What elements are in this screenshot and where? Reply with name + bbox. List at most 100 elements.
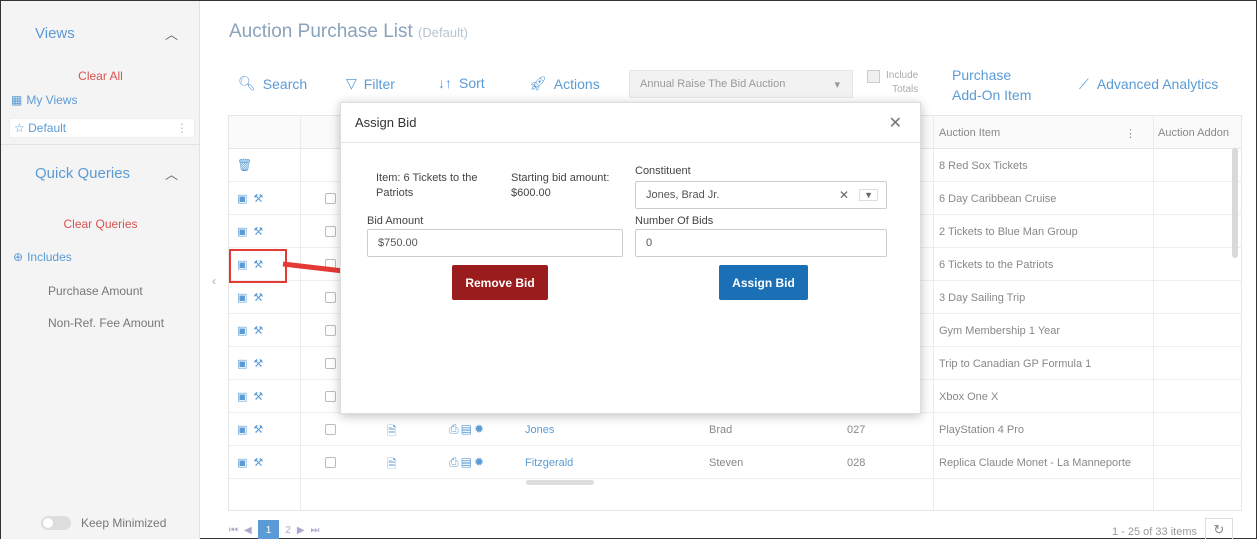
- includes-toggle[interactable]: ⊕ Includes: [13, 250, 72, 264]
- ticket-icon[interactable]: ▣: [237, 192, 247, 205]
- table-row[interactable]: ▣ ⚒ 🗎 ⎙▤✹ Fitzgerald Steven 028 Replica C…: [229, 446, 1241, 479]
- my-views-label: My Views: [26, 93, 78, 107]
- ticket-icon[interactable]: ▣: [237, 423, 247, 436]
- page-title: Auction Purchase List (Default): [229, 21, 468, 43]
- page-button-next[interactable]: 2: [285, 525, 291, 536]
- chevron-up-icon[interactable]: ︿: [165, 164, 178, 183]
- includes-label: Includes: [27, 250, 72, 264]
- my-views-link[interactable]: ▦ My Views: [11, 93, 77, 107]
- row-checkbox[interactable]: [325, 226, 336, 237]
- pager: ⏮ ◀ 1 2 ▶ ⏭: [229, 520, 320, 539]
- close-icon[interactable]: ✕: [889, 113, 902, 133]
- collapse-sidebar-icon[interactable]: ‹: [212, 274, 216, 288]
- row-checkbox[interactable]: [325, 358, 336, 369]
- last-page-icon[interactable]: ⏭: [311, 525, 320, 536]
- gavel-icon[interactable]: ⚒: [253, 456, 263, 469]
- gavel-icon[interactable]: ⚒: [253, 423, 263, 436]
- filter-button[interactable]: ▽ Filter: [346, 75, 395, 92]
- grid-icon: ▦: [11, 93, 23, 107]
- gavel-icon[interactable]: ⚒: [253, 390, 263, 403]
- bid-amount-value: $750.00: [378, 237, 418, 249]
- toggle-switch[interactable]: [41, 516, 71, 530]
- auction-select[interactable]: Annual Raise The Bid Auction ▾: [629, 70, 853, 98]
- vertical-scrollbar[interactable]: [1232, 148, 1238, 258]
- chevron-up-icon[interactable]: ︿: [165, 24, 178, 43]
- refresh-icon[interactable]: ↻: [1205, 518, 1233, 539]
- views-section-header[interactable]: Views ︿: [1, 13, 200, 53]
- ticket-icon[interactable]: ▣: [237, 456, 247, 469]
- col-header-auction-addon[interactable]: Auction Addon: [1158, 127, 1229, 139]
- document-icon[interactable]: 🗎: [387, 455, 397, 476]
- query-item-purchase-amount[interactable]: Purchase Amount: [48, 284, 143, 298]
- auction-select-value: Annual Raise The Bid Auction: [640, 78, 786, 90]
- col-header-auction-item[interactable]: Auction Item: [939, 127, 1000, 139]
- items-count: 1 - 25 of 33 items: [1112, 526, 1197, 538]
- clear-all-link[interactable]: Clear All: [1, 69, 200, 83]
- query-item-non-ref-fee[interactable]: Non-Ref. Fee Amount: [48, 316, 164, 330]
- auction-item-cell: PlayStation 4 Pro: [939, 424, 1024, 436]
- assign-bid-button[interactable]: Assign Bid: [719, 265, 808, 300]
- number-of-bids-input[interactable]: 0: [635, 229, 887, 257]
- gavel-icon[interactable]: ⚒: [253, 291, 263, 304]
- bid-amount-input[interactable]: $750.00: [367, 229, 623, 257]
- ticket-icon[interactable]: ▣: [237, 324, 247, 337]
- row-checkbox[interactable]: [325, 457, 336, 468]
- trash-icon[interactable]: 🗑︎: [237, 158, 252, 172]
- star-icon: ☆: [14, 121, 25, 135]
- actions-label: Actions: [553, 75, 600, 92]
- view-item-label: Default: [28, 121, 67, 135]
- first-page-icon[interactable]: ⏮: [229, 525, 238, 536]
- gavel-icon[interactable]: ⚒: [253, 192, 263, 205]
- row-checkbox[interactable]: [325, 193, 336, 204]
- remove-bid-button[interactable]: Remove Bid: [452, 265, 548, 300]
- row-checkbox[interactable]: [325, 424, 336, 435]
- view-item-default[interactable]: ☆ Default ⋮: [9, 118, 195, 138]
- row-checkbox[interactable]: [325, 325, 336, 336]
- purchase-addon-button[interactable]: Purchase Add-On Item: [952, 65, 1031, 105]
- table-row[interactable]: ▣ ⚒ 🗎 ⎙▤✹ Jones Brad 027 PlayStation 4 Pr…: [229, 413, 1241, 446]
- advanced-analytics-button[interactable]: ⟋ Advanced Analytics: [1079, 76, 1218, 93]
- more-options-icon[interactable]: ⋮: [176, 121, 188, 135]
- row-checkbox[interactable]: [325, 391, 336, 402]
- next-page-icon[interactable]: ▶: [297, 525, 305, 536]
- search-button[interactable]: 🔍︎ Search: [238, 75, 307, 92]
- chart-line-icon: ⟋: [1079, 76, 1089, 92]
- actions-button[interactable]: 🚀︎ Actions: [529, 75, 600, 92]
- clear-queries-link[interactable]: Clear Queries: [1, 217, 200, 231]
- keep-minimized-label: Keep Minimized: [81, 516, 167, 530]
- gavel-icon[interactable]: ⚒: [253, 357, 263, 370]
- ticket-icon[interactable]: ▣: [237, 357, 247, 370]
- last-name-cell[interactable]: Jones: [525, 424, 554, 436]
- page-title-text: Auction Purchase List: [229, 21, 413, 42]
- quick-queries-section-header[interactable]: Quick Queries ︿: [1, 153, 200, 193]
- ticket-icon[interactable]: ▣: [237, 291, 247, 304]
- last-name-cell[interactable]: Fitzgerald: [525, 457, 573, 469]
- constituent-value: Jones, Brad Jr.: [646, 189, 720, 201]
- quick-queries-title: Quick Queries: [35, 164, 131, 182]
- number-of-bids-value: 0: [646, 237, 653, 249]
- prev-page-icon[interactable]: ◀: [244, 525, 252, 536]
- include-totals-checkbox[interactable]: Include Totals: [867, 69, 918, 97]
- plus-circle-icon: ⊕: [13, 250, 24, 264]
- constituent-select[interactable]: Jones, Brad Jr. ✕ ▼: [635, 181, 887, 209]
- clear-icon[interactable]: ✕: [839, 188, 849, 202]
- print-icons[interactable]: ⎙▤✹: [449, 455, 486, 470]
- sort-button[interactable]: ↓↑ Sort: [438, 75, 485, 91]
- page-button-current[interactable]: 1: [257, 520, 280, 539]
- checkbox[interactable]: [867, 70, 880, 83]
- auction-item-cell: 3 Day Sailing Trip: [939, 292, 1026, 304]
- rocket-icon: 🚀︎: [529, 75, 547, 91]
- keep-minimized-toggle[interactable]: Keep Minimized: [41, 516, 166, 530]
- ticket-icon[interactable]: ▣: [237, 390, 247, 403]
- chevron-down-icon[interactable]: ▼: [859, 189, 878, 201]
- print-icons[interactable]: ⎙▤✹: [449, 422, 486, 437]
- document-icon[interactable]: 🗎: [387, 422, 397, 443]
- ticket-icon[interactable]: ▣: [237, 225, 247, 238]
- item-text: Item: 6 Tickets to the Patriots: [376, 172, 478, 199]
- gavel-icon[interactable]: ⚒: [253, 324, 263, 337]
- horizontal-scrollbar[interactable]: [526, 480, 594, 485]
- first-name-cell: Steven: [709, 457, 744, 469]
- auction-item-cell: Gym Membership 1 Year: [939, 325, 1061, 337]
- gavel-icon[interactable]: ⚒: [253, 225, 263, 238]
- column-menu-icon[interactable]: ⋮: [1125, 127, 1136, 140]
